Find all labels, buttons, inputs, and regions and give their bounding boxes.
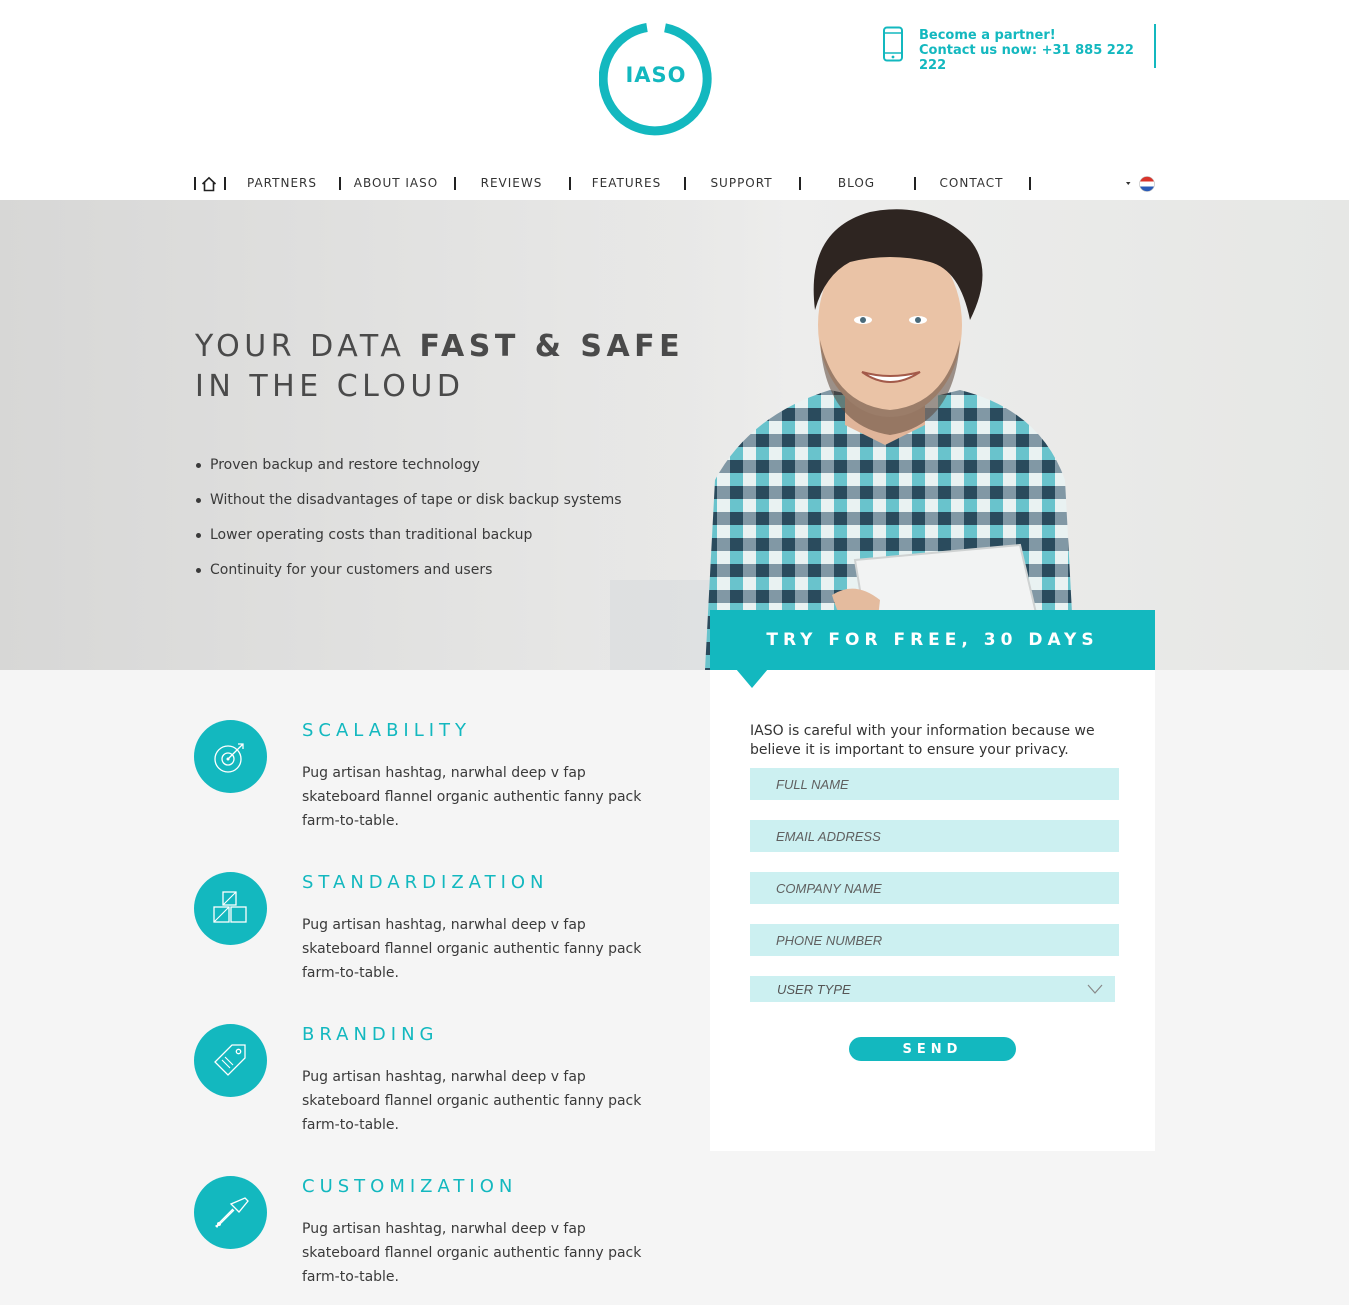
feature-branding: BRANDING Pug artisan hashtag, narwhal de… (194, 1024, 654, 1154)
hero-title-bold: FAST & SAFE (419, 329, 685, 364)
phone-icon (883, 26, 903, 62)
email-field[interactable] (750, 820, 1119, 852)
feature-scalability: SCALABILITY Pug artisan hashtag, narwhal… (194, 720, 654, 850)
contact-line-partner[interactable]: Become a partner! (919, 28, 1154, 43)
company-name-field[interactable] (750, 872, 1119, 904)
main-nav: PARTNERS ABOUT IASO REVIEWS FEATURES SUP… (0, 168, 1349, 200)
feature-title: BRANDING (302, 1024, 439, 1045)
hero-title-line2: IN THE CLOUD (195, 369, 465, 404)
send-button[interactable]: SEND (849, 1037, 1016, 1061)
user-type-label: USER TYPE (777, 982, 851, 997)
feature-customization: CUSTOMIZATION Pug artisan hashtag, narwh… (194, 1176, 654, 1305)
nav-divider (194, 177, 196, 190)
netherlands-flag-icon (1139, 176, 1155, 192)
feature-title: STANDARDIZATION (302, 872, 549, 893)
feature-icon-circle (194, 1176, 267, 1249)
feature-icon-circle (194, 720, 267, 793)
home-icon[interactable] (201, 176, 217, 192)
trial-form-title: TRY FOR FREE, 30 DAYS (766, 630, 1099, 650)
feature-description: Pug artisan hashtag, narwhal deep v fap … (302, 917, 642, 981)
feature-icon-circle (194, 1024, 267, 1097)
chevron-down-icon (1126, 182, 1131, 185)
hero-section: YOUR DATA FAST & SAFE IN THE CLOUD Prove… (0, 200, 1349, 670)
banner-notch (736, 669, 768, 688)
nav-divider (569, 177, 571, 190)
feature-title: CUSTOMIZATION (302, 1176, 518, 1197)
nav-divider (454, 177, 456, 190)
trial-form-banner: TRY FOR FREE, 30 DAYS (710, 610, 1155, 670)
list-item: Proven backup and restore technology (196, 455, 622, 490)
contact-text: Become a partner! Contact us now: +31 88… (919, 28, 1154, 73)
nav-item-contact[interactable]: CONTACT (918, 176, 1025, 190)
chevron-down-icon (1087, 984, 1103, 994)
site-header: IASO Become a partner! Contact us now: +… (0, 0, 1349, 200)
nav-item-partners[interactable]: PARTNERS (236, 176, 328, 190)
language-selector[interactable] (1125, 176, 1157, 192)
nav-item-about[interactable]: ABOUT IASO (342, 176, 450, 190)
feature-description: Pug artisan hashtag, narwhal deep v fap … (302, 1221, 642, 1285)
user-type-select[interactable]: USER TYPE (750, 976, 1115, 1002)
nav-divider (799, 177, 801, 190)
nav-divider (914, 177, 916, 190)
phone-number-field[interactable] (750, 924, 1119, 956)
form-privacy-note: IASO is careful with your information be… (750, 723, 1095, 758)
blocks-icon (213, 891, 247, 923)
contact-line-phone[interactable]: Contact us now: +31 885 222 222 (919, 43, 1154, 73)
contact-box: Become a partner! Contact us now: +31 88… (878, 24, 1156, 73)
hero-person-photo (600, 200, 1349, 670)
nav-divider (684, 177, 686, 190)
nav-divider (339, 177, 341, 190)
hero-bullet-list: Proven backup and restore technology Wit… (196, 455, 622, 595)
nav-item-reviews[interactable]: REVIEWS (458, 176, 565, 190)
feature-standardization: STANDARDIZATION Pug artisan hashtag, nar… (194, 872, 654, 1002)
tag-icon (214, 1044, 246, 1076)
list-item: Continuity for your customers and users (196, 560, 622, 595)
screwdriver-icon (214, 1197, 249, 1229)
hero-title-part1: YOUR DATA (195, 329, 420, 364)
feature-description: Pug artisan hashtag, narwhal deep v fap … (302, 1069, 642, 1133)
logo-text[interactable]: IASO (599, 63, 713, 87)
hero-title: YOUR DATA FAST & SAFE IN THE CLOUD (195, 327, 684, 407)
list-item: Lower operating costs than traditional b… (196, 525, 622, 560)
list-item: Without the disadvantages of tape or dis… (196, 490, 622, 525)
target-icon (214, 743, 244, 773)
feature-icon-circle (194, 872, 267, 945)
nav-item-features[interactable]: FEATURES (573, 176, 680, 190)
feature-description: Pug artisan hashtag, narwhal deep v fap … (302, 765, 642, 829)
feature-title: SCALABILITY (302, 720, 472, 741)
nav-divider (1029, 177, 1031, 190)
nav-item-blog[interactable]: BLOG (803, 176, 910, 190)
nav-divider (224, 177, 226, 190)
full-name-field[interactable] (750, 768, 1119, 800)
nav-item-support[interactable]: SUPPORT (688, 176, 795, 190)
